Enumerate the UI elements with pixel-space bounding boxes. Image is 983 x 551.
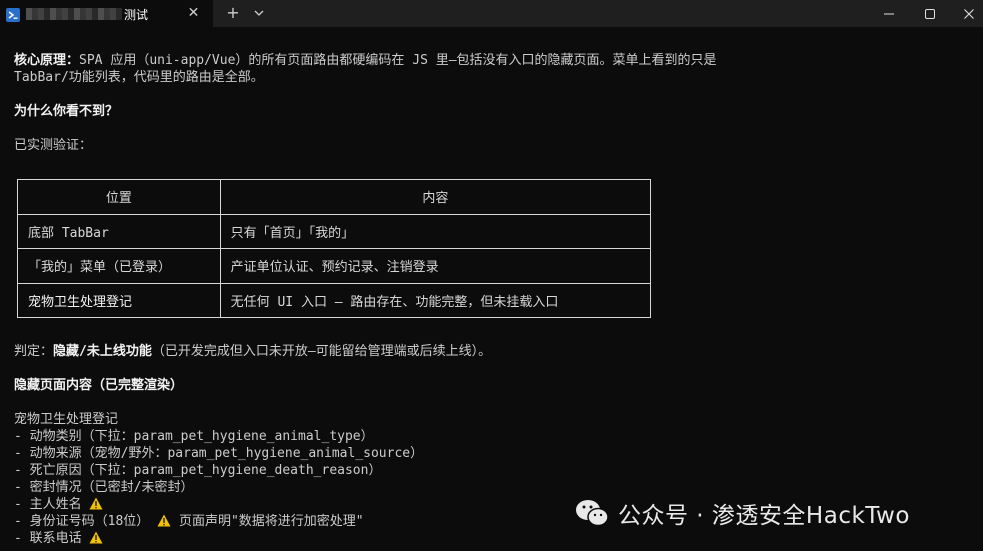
hidden-page-heading: 隐藏页面内容（已完整渲染） [14, 378, 184, 393]
minimize-icon [884, 13, 894, 15]
field-id-note: 页面声明"数据将进行加密处理" [171, 514, 364, 529]
field-line-owner: - 主人姓名 [14, 496, 103, 513]
warning-icon [157, 514, 171, 527]
principle-label: 核心原理： [14, 53, 80, 68]
field-line: - 死亡原因（下拉：param_pet_hygiene_death_reason… [14, 463, 382, 478]
table-cell: 底部 TabBar [17, 213, 221, 249]
watermark: 公众号 · 渗透安全HackTwo [574, 496, 910, 530]
table-cell: 无任何 UI 入口 — 路由存在、功能完整，但未挂载入口 [219, 282, 652, 318]
principle-text: SPA 应用（uni-app/Vue）的所有页面路由都硬编码在 JS 里—包括没… [79, 53, 717, 68]
principle-line-2: TabBar/功能列表，代码里的路由是全部。 [14, 70, 264, 85]
verdict-bold: 隐藏/未上线功能 [53, 344, 152, 359]
table-cell: 只有「首页」「我的」 [219, 213, 652, 249]
tab-title: 测试 [124, 8, 149, 22]
field-line: - 动物类别（下拉：param_pet_hygiene_animal_type） [14, 429, 374, 444]
field-phone-label: - 联系电话 [14, 531, 90, 546]
new-tab-button[interactable]: + [224, 3, 242, 23]
table-header-row: 位置 内容 [17, 179, 652, 215]
principle-line: 核心原理：SPA 应用（uni-app/Vue）的所有页面路由都硬编码在 JS … [14, 52, 717, 69]
table-header: 内容 [219, 179, 652, 215]
table-cell: 宠物卫生处理登记 [17, 282, 221, 318]
table-cell: 「我的」菜单（已登录） [17, 248, 221, 284]
verification-table: 位置 内容 底部 TabBar 只有「首页」「我的」 「我的」菜单（已登录） 产… [17, 179, 652, 318]
field-owner-label: - 主人姓名 [14, 497, 90, 512]
verdict-line: 判定：隐藏/未上线功能（已开发完成但入口未开放—可能留给管理端或后续上线）。 [14, 343, 491, 360]
watermark-text: 公众号 · 渗透安全HackTwo [618, 503, 910, 529]
warning-icon [89, 531, 103, 544]
table-row: 底部 TabBar 只有「首页」「我的」 [17, 213, 652, 249]
maximize-button[interactable] [908, 0, 952, 27]
table-cell: 产证单位认证、预约记录、注销登录 [219, 248, 652, 284]
terminal-tab[interactable]: 测试 ✕ [0, 0, 213, 27]
minimize-button[interactable] [867, 0, 911, 27]
table-row: 宠物卫生处理登记 无任何 UI 入口 — 路由存在、功能完整，但未挂载入口 [17, 282, 652, 318]
maximize-icon [925, 9, 935, 19]
chevron-down-icon[interactable] [250, 4, 268, 22]
field-line: - 动物来源（宠物/野外：param_pet_hygiene_animal_so… [14, 446, 424, 461]
close-icon [964, 9, 974, 19]
field-id-label: - 身份证号码（18位） [14, 514, 150, 529]
table-row: 「我的」菜单（已登录） 产证单位认证、预约记录、注销登录 [17, 248, 652, 284]
why-heading: 为什么你看不到？ [14, 104, 119, 119]
redacted-tab-text [26, 8, 122, 20]
verified-label: 已实测验证： [14, 138, 93, 153]
terminal-output[interactable]: 核心原理：SPA 应用（uni-app/Vue）的所有页面路由都硬编码在 JS … [0, 27, 983, 551]
wechat-icon [576, 500, 609, 527]
field-line: - 密封情况（已密封/未密封） [14, 480, 194, 495]
field-line-id: - 身份证号码（18位） 页面声明"数据将进行加密处理" [14, 513, 364, 530]
table-header: 位置 [17, 179, 221, 215]
warning-icon [89, 497, 103, 510]
hidden-page-name: 宠物卫生处理登记 [14, 412, 119, 427]
field-line-phone: - 联系电话 [14, 530, 103, 547]
close-button[interactable] [947, 0, 983, 27]
title-bar: 测试 ✕ + [0, 0, 983, 27]
verdict-label: 判定： [14, 344, 54, 359]
tab-close-icon[interactable]: ✕ [185, 5, 202, 22]
verdict-rest: （已开发完成但入口未开放—可能留给管理端或后续上线）。 [151, 344, 492, 359]
powershell-icon [6, 7, 20, 22]
